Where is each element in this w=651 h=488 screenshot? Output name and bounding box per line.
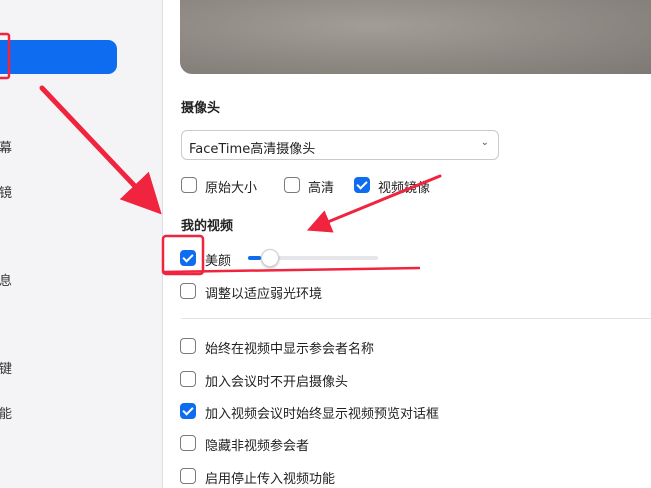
show-names-label: 始终在视频中显示参会者名称 (205, 342, 375, 357)
video-preview-checkbox[interactable] (180, 403, 196, 419)
my-video-section-title: 我的视频 (181, 219, 234, 234)
touch-up-label: 美颜 (205, 254, 232, 269)
stop-incoming-video-checkbox[interactable] (180, 468, 196, 484)
camera-preview (180, 0, 651, 74)
touch-up-checkbox[interactable] (180, 250, 196, 266)
camera-section-title: 摄像头 (181, 101, 221, 116)
turn-off-video-checkbox[interactable] (180, 371, 196, 387)
mirror-video-checkbox[interactable] (354, 177, 370, 193)
underline-annotation (161, 266, 421, 274)
hide-non-video-checkbox[interactable] (180, 435, 196, 451)
mirror-video-label: 视频镜像 (378, 181, 431, 196)
touch-up-slider[interactable] (248, 249, 378, 267)
low-light-label: 调整以适应弱光环境 (205, 287, 323, 302)
hide-non-video-label: 隐藏非视频参会者 (205, 439, 310, 454)
hd-checkbox[interactable] (284, 177, 300, 193)
sidebar-item-shortcuts[interactable]: 快捷键 (0, 358, 12, 377)
stop-incoming-video-label: 启用停止传入视频功能 (205, 472, 336, 487)
camera-select-value: FaceTime高清摄像头 (189, 142, 316, 157)
section-divider (181, 318, 651, 319)
video-preview-label: 加入视频会议时始终显示视频预览对话框 (205, 407, 440, 422)
original-size-label: 原始大小 (205, 181, 258, 196)
sidebar-item-accessibility[interactable]: 功能 (0, 403, 12, 422)
settings-sidebar: 屏幕 背景和滤镜 消息 快捷键 功能 (0, 0, 163, 488)
sidebar-item-video-selected[interactable] (0, 40, 117, 74)
original-size-checkbox[interactable] (181, 177, 197, 193)
sidebar-item-background-filters[interactable]: 背景和滤镜 (0, 182, 12, 201)
show-names-checkbox[interactable] (180, 338, 196, 354)
sidebar-item-chat[interactable]: 消息 (0, 270, 12, 289)
turn-off-video-label: 加入会议时不开启摄像头 (205, 375, 349, 390)
low-light-checkbox[interactable] (180, 283, 196, 299)
touch-up-slider-fill (248, 256, 261, 260)
touch-up-slider-thumb[interactable] (261, 249, 279, 267)
sidebar-item-screen[interactable]: 屏幕 (0, 137, 12, 156)
chevron-down-icon: ⌄ (480, 137, 489, 148)
camera-select[interactable]: FaceTime高清摄像头 ⌄ (181, 130, 499, 160)
hd-label: 高清 (308, 181, 335, 196)
